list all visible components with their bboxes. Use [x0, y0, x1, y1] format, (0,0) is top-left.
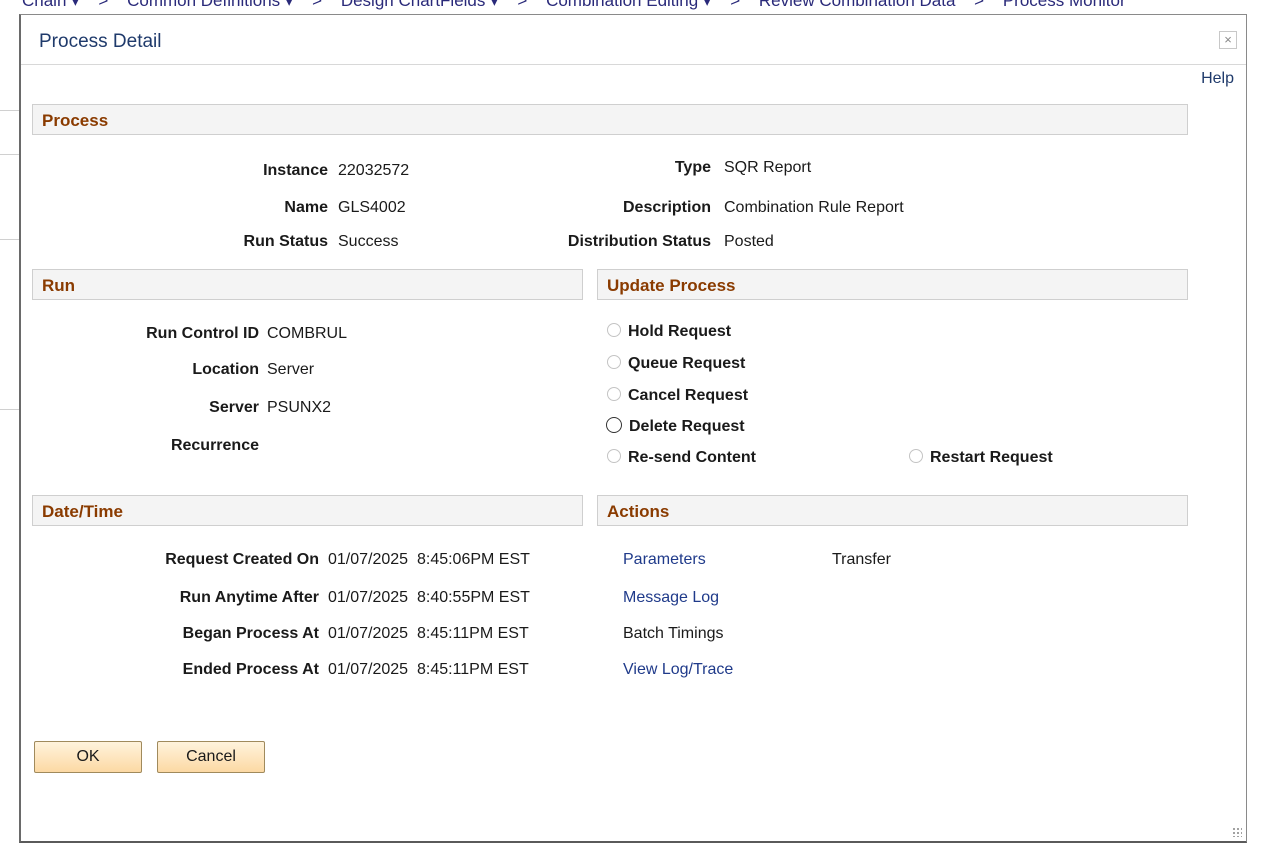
run-anytime-label: Run Anytime After	[179, 589, 319, 606]
delete-request-option[interactable]: Delete Request	[606, 417, 745, 436]
description-label: Description	[622, 199, 711, 216]
dialog-title: Process Detail	[39, 31, 162, 52]
cancel-request-radio	[607, 387, 621, 401]
actions-section-header: Actions	[597, 495, 1188, 526]
process-detail-dialog: Process Detail × Help Process Instance 2…	[19, 14, 1247, 843]
delete-request-radio[interactable]	[606, 417, 622, 433]
ok-button[interactable]: OK	[34, 741, 142, 773]
run-control-id-label: Run Control ID	[146, 325, 259, 342]
server-value: PSUNX2	[267, 399, 332, 416]
type-label: Type	[674, 159, 711, 176]
datetime-section-header: Date/Time	[32, 495, 583, 526]
breadcrumb-item[interactable]: Design ChartFields ▾	[341, 0, 499, 10]
restart-request-radio	[909, 449, 923, 463]
queue-request-label: Queue Request	[628, 355, 746, 372]
resize-grip-icon[interactable]	[1232, 827, 1242, 837]
type-value: SQR Report	[724, 159, 812, 176]
request-created-value: 01/07/2025 8:45:06PM EST	[328, 551, 530, 568]
restart-request-label: Restart Request	[930, 449, 1053, 466]
breadcrumb-item[interactable]: Chain ▾	[22, 0, 80, 10]
batch-timings-text: Batch Timings	[623, 625, 724, 642]
breadcrumb-item[interactable]: Common Definitions ▾	[127, 0, 293, 10]
hold-request-label: Hold Request	[628, 323, 732, 340]
transfer-text: Transfer	[832, 551, 891, 568]
close-icon[interactable]: ×	[1219, 31, 1237, 49]
breadcrumb-item[interactable]: Combination Editing ▾	[546, 0, 711, 10]
breadcrumb-separator: >	[98, 0, 109, 10]
queue-request-radio	[607, 355, 621, 369]
run-status-value: Success	[338, 233, 399, 250]
queue-request-option: Queue Request	[607, 355, 745, 373]
began-process-value: 01/07/2025 8:45:11PM EST	[328, 625, 529, 642]
parameters-link[interactable]: Parameters	[623, 551, 706, 569]
description-value: Combination Rule Report	[724, 199, 904, 216]
restart-request-option: Restart Request	[909, 449, 1053, 467]
delete-request-label[interactable]: Delete Request	[629, 418, 745, 435]
breadcrumb-separator: >	[974, 0, 985, 10]
help-link[interactable]: Help	[1201, 70, 1234, 88]
hold-request-radio	[607, 323, 621, 337]
began-process-label: Began Process At	[182, 625, 319, 642]
message-log-link[interactable]: Message Log	[623, 589, 719, 607]
name-value: GLS4002	[338, 199, 406, 216]
background-breadcrumb: Chain ▾ > Common Definitions ▾ > Design …	[0, 0, 1264, 14]
run-status-label: Run Status	[243, 233, 328, 250]
instance-value: 22032572	[338, 162, 410, 179]
breadcrumb-separator: >	[312, 0, 323, 10]
breadcrumb-item[interactable]: Process Monitor	[1003, 0, 1126, 10]
server-label: Server	[209, 399, 259, 416]
view-log-trace-link[interactable]: View Log/Trace	[623, 661, 733, 679]
cancel-button[interactable]: Cancel	[157, 741, 265, 773]
breadcrumb-item[interactable]: Review Combination Data	[759, 0, 956, 10]
resend-content-option: Re-send Content	[607, 449, 756, 467]
breadcrumb-separator: >	[517, 0, 528, 10]
recurrence-label: Recurrence	[170, 437, 259, 454]
location-value: Server	[267, 361, 315, 378]
instance-label: Instance	[263, 162, 328, 179]
cancel-request-label: Cancel Request	[628, 387, 749, 404]
cancel-request-option: Cancel Request	[607, 387, 748, 405]
distribution-status-value: Posted	[724, 233, 774, 250]
ended-process-value: 01/07/2025 8:45:11PM EST	[328, 661, 529, 678]
name-label: Name	[284, 199, 328, 216]
process-section-header: Process	[32, 104, 1188, 135]
run-control-id-value: COMBRUL	[267, 325, 348, 342]
hold-request-option: Hold Request	[607, 323, 731, 341]
run-section-header: Run	[32, 269, 583, 300]
request-created-label: Request Created On	[165, 551, 319, 568]
distribution-status-label: Distribution Status	[567, 233, 711, 250]
resend-content-label: Re-send Content	[628, 449, 756, 466]
ended-process-label: Ended Process At	[182, 661, 319, 678]
resend-content-radio	[607, 449, 621, 463]
dialog-title-bar: Process Detail ×	[21, 15, 1246, 65]
update-process-section-header: Update Process	[597, 269, 1188, 300]
location-label: Location	[192, 361, 259, 378]
run-anytime-value: 01/07/2025 8:40:55PM EST	[328, 589, 530, 606]
breadcrumb-separator: >	[730, 0, 741, 10]
